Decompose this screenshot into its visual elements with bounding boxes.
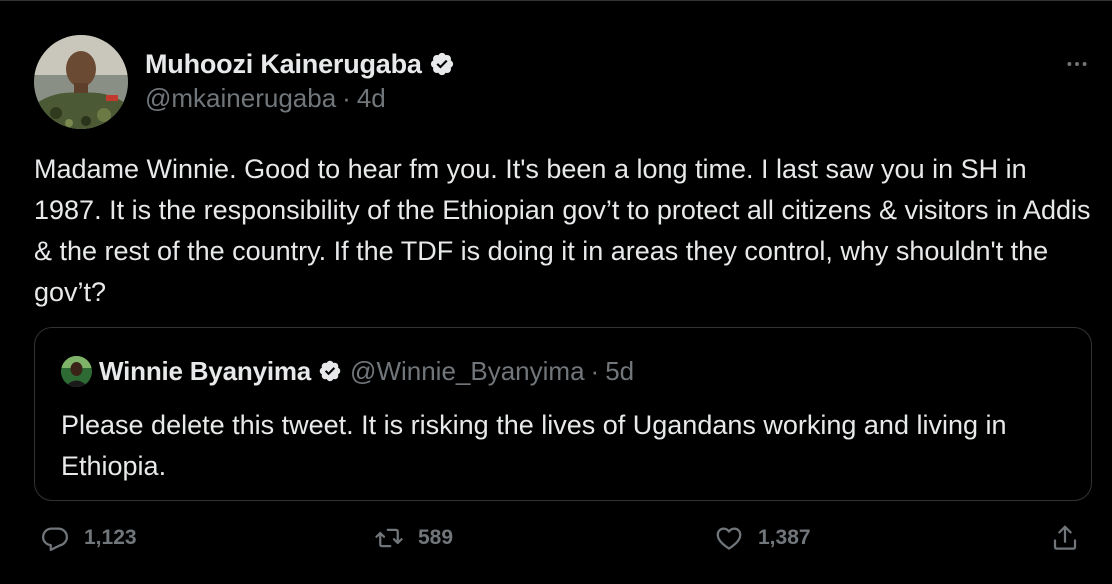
retweet-count: 589 (418, 526, 454, 549)
author-handle-row: @mkainerugaba · 4d (145, 83, 386, 114)
quoted-author-avatar[interactable] (61, 356, 92, 387)
retweet-icon (375, 528, 403, 548)
share-button[interactable] (1050, 519, 1080, 557)
tweet-action-bar: 1,123 589 1,387 (0, 519, 1112, 559)
quoted-timestamp[interactable]: 5d (605, 356, 634, 387)
author-name-row[interactable]: Muhoozi Kainerugaba (145, 46, 455, 82)
author-handle[interactable]: @mkainerugaba (145, 83, 336, 114)
author-display-name[interactable]: Muhoozi Kainerugaba (145, 49, 422, 80)
quoted-tweet[interactable]: Winnie Byanyima @Winnie_Byanyima · 5d Pl… (34, 327, 1092, 501)
retweet-button[interactable]: 589 (374, 519, 453, 557)
heart-icon (716, 527, 742, 550)
author-avatar-image (34, 35, 128, 129)
share-icon (1053, 525, 1077, 550)
tweet-card[interactable]: Muhoozi Kainerugaba @mkainerugaba · 4d M… (0, 0, 1112, 584)
verified-badge-icon (318, 359, 342, 383)
verified-badge-icon (429, 51, 455, 77)
reply-count: 1,123 (84, 526, 137, 549)
separator-dot: · (342, 83, 351, 113)
more-horizontal-icon[interactable] (1064, 51, 1090, 77)
quoted-handle[interactable]: @Winnie_Byanyima (350, 356, 584, 387)
quoted-display-name[interactable]: Winnie Byanyima (99, 356, 311, 387)
reply-icon (42, 527, 68, 551)
like-button[interactable]: 1,387 (714, 519, 811, 557)
quoted-tweet-text: Please delete this tweet. It is risking … (61, 410, 1007, 481)
separator-dot: · (590, 355, 600, 386)
like-count: 1,387 (758, 526, 811, 549)
tweet-text: Madame Winnie. Good to hear fm you. It's… (34, 154, 1091, 307)
reply-button[interactable]: 1,123 (40, 519, 137, 557)
author-avatar[interactable] (34, 35, 128, 129)
quoted-avatar-image (61, 356, 92, 387)
quoted-header: Winnie Byanyima @Winnie_Byanyima · 5d (99, 353, 634, 389)
tweet-timestamp[interactable]: 4d (357, 83, 386, 114)
